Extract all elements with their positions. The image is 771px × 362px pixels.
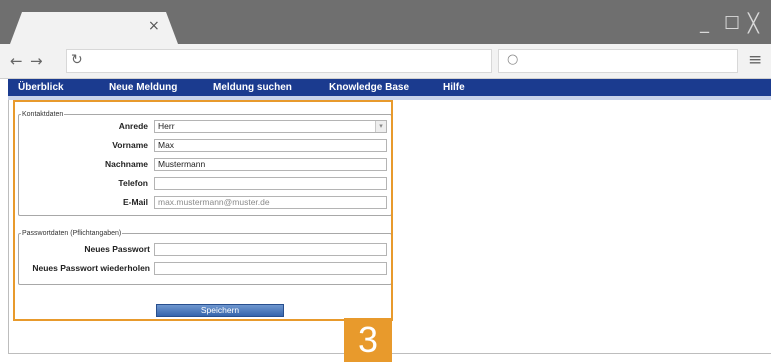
browser-titlebar: × _ ☐ ╳ [0,0,771,44]
step-badge: 3 [344,318,392,362]
maximize-icon[interactable]: ☐ [724,14,740,34]
tab-close-icon[interactable]: × [148,18,160,34]
nav-meldung-suchen[interactable]: Meldung suchen [213,81,292,94]
browser-toolbar: ← → ↻ ○ ≡ [0,44,771,79]
address-bar[interactable]: ↻ [66,49,492,73]
search-icon: ○ [507,52,519,67]
forward-icon[interactable]: → [30,52,43,70]
nav-neue-meldung[interactable]: Neue Meldung [109,81,177,94]
browser-menu-icon[interactable]: ≡ [748,50,762,70]
highlight-frame [13,100,393,321]
back-icon[interactable]: ← [10,52,23,70]
reload-icon[interactable]: ↻ [71,51,83,69]
nav-hilfe[interactable]: Hilfe [443,81,465,94]
viewport-left-edge [8,100,9,354]
nav-knowledge-base[interactable]: Knowledge Base [329,81,409,94]
minimize-icon[interactable]: _ [700,14,709,34]
nav-ueberblick[interactable]: Überblick [18,81,64,94]
browser-search-box[interactable]: ○ [498,49,738,73]
app-nav-bar: Überblick Neue Meldung Meldung suchen Kn… [8,79,771,96]
close-window-icon[interactable]: ╳ [748,14,759,34]
